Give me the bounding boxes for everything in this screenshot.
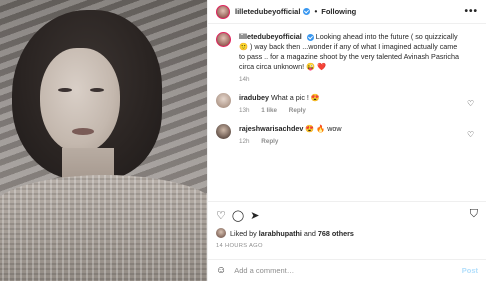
liked-by-prefix: Liked by — [230, 228, 257, 238]
comment-time: 12h — [239, 138, 250, 145]
comment-text-block: rajeshwarisachdev 😍 🔥 wow — [239, 124, 464, 134]
caption-avatar[interactable] — [216, 32, 231, 47]
comment-like-heart-icon[interactable]: ♡ — [467, 130, 476, 139]
reply-button[interactable]: Reply — [289, 107, 306, 114]
comment-text-block: iradubey What a pic ! 😍 — [239, 93, 464, 103]
comment-text: 😍 🔥 wow — [305, 124, 342, 133]
post-header: lilletedubeyofficial • Following ••• — [208, 0, 486, 24]
comment-input[interactable] — [234, 266, 456, 275]
comment-likes[interactable]: 1 like — [261, 107, 277, 114]
photo-face — [40, 48, 120, 153]
liked-by-others[interactable]: 768 others — [318, 229, 354, 238]
comment-row: rajeshwarisachdev 😍 🔥 wow 12h Reply ♡ — [216, 124, 478, 145]
caption-verified-icon — [306, 33, 314, 41]
caption-row: lilletedubeyofficial Looking ahead into … — [216, 32, 478, 83]
post-timestamp[interactable]: 14 HOURS AGO — [216, 243, 478, 249]
emoji-icon[interactable]: ☺ — [216, 265, 226, 276]
author-username[interactable]: lilletedubeyofficial — [235, 7, 300, 16]
post-button[interactable]: Post — [462, 266, 478, 275]
photo-eye-left — [58, 88, 72, 92]
author-avatar[interactable] — [216, 4, 230, 19]
post-side-panel: lilletedubeyofficial • Following ••• lil… — [207, 0, 486, 281]
caption-text-block: lilletedubeyofficial Looking ahead into … — [239, 32, 464, 72]
photo-lips — [72, 128, 94, 135]
caption-time: 14h — [239, 76, 250, 83]
comment-username[interactable]: rajeshwarisachdev — [239, 124, 303, 133]
comment-meta: 13h 1 like Reply — [239, 107, 478, 114]
comment-avatar[interactable] — [216, 93, 231, 108]
following-button[interactable]: Following — [321, 7, 356, 16]
post-photo[interactable] — [0, 0, 207, 281]
verified-badge-icon — [303, 8, 311, 15]
post-actions: ♡ ◯ ➤ ⛉ Liked by larabhupathi and 768 ot… — [208, 201, 486, 259]
comment-time: 13h — [239, 107, 250, 114]
share-icon[interactable]: ➤ — [250, 209, 259, 222]
bookmark-icon[interactable]: ⛉ — [470, 208, 478, 221]
comments-section[interactable]: lilletedubeyofficial Looking ahead into … — [208, 24, 486, 201]
reply-button[interactable]: Reply — [261, 138, 278, 145]
caption-meta: 14h — [239, 76, 478, 83]
comment-icon[interactable]: ◯ — [232, 209, 244, 222]
liked-by-and: and — [303, 228, 316, 238]
liker-avatar[interactable] — [216, 228, 226, 238]
instagram-post-view: lilletedubeyofficial • Following ••• lil… — [0, 0, 486, 281]
liked-by-user[interactable]: larabhupathi — [259, 229, 302, 238]
heart-icon[interactable]: ♡ — [216, 209, 226, 222]
comment-row: iradubey What a pic ! 😍 13h 1 like Reply… — [216, 93, 478, 114]
comment-meta: 12h Reply — [239, 138, 478, 145]
likes-line: Liked by larabhupathi and 768 others — [216, 228, 478, 238]
comment-text: What a pic ! 😍 — [270, 93, 320, 102]
more-options-icon[interactable]: ••• — [464, 6, 478, 17]
comment-username[interactable]: iradubey — [239, 93, 269, 102]
photo-top — [0, 175, 207, 281]
action-icons: ♡ ◯ ➤ — [216, 208, 478, 222]
photo-eye-right — [90, 88, 104, 92]
header-separator: • — [314, 7, 318, 16]
comment-like-heart-icon[interactable]: ♡ — [467, 99, 476, 108]
caption-username[interactable]: lilletedubeyofficial — [239, 32, 302, 41]
add-comment-bar: ☺ Post — [208, 259, 486, 281]
comment-avatar[interactable] — [216, 124, 231, 139]
